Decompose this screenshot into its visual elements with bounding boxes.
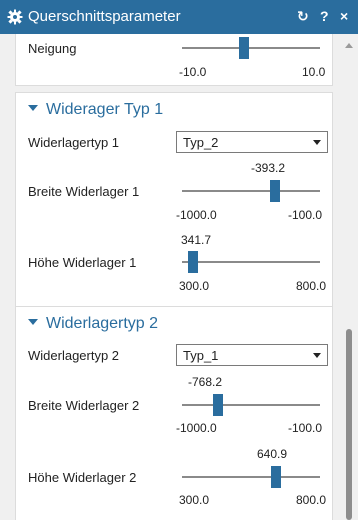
neigung-slider-thumb[interactable] <box>239 37 250 59</box>
hoehe-2-max-label: 800.0 <box>296 493 327 507</box>
hoehe-1-min-label: 300.0 <box>179 279 210 293</box>
hoehe-1-slider-thumb[interactable] <box>188 251 199 273</box>
section-widerlager-1: Widerager Typ 1 Widerlagertyp 1 Typ_2 -3… <box>15 92 333 312</box>
breite-2-value: -768.2 <box>188 375 223 389</box>
collapse-triangle-icon <box>28 318 38 325</box>
breite-1-min-label: -1000.0 <box>176 208 217 222</box>
vertical-scrollbar[interactable] <box>339 34 358 520</box>
breite-1-label: Breite Widerlager 1 <box>28 184 140 199</box>
hoehe-2-value: 640.9 <box>257 447 288 461</box>
panel-title: Querschnittsparameter <box>28 8 181 25</box>
hoehe-1-max-label: 800.0 <box>296 279 327 293</box>
section-2-header[interactable]: Widerlagertyp 2 <box>28 315 158 333</box>
gear-icon <box>7 9 23 25</box>
breite-1-slider-track[interactable] <box>182 190 320 192</box>
section-2-title: Widerlagertyp 2 <box>46 315 159 332</box>
hoehe-2-label: Höhe Widerlager 2 <box>28 470 137 485</box>
neigung-max-label: 10.0 <box>302 65 326 79</box>
refresh-icon[interactable]: ↻ <box>297 8 309 25</box>
help-icon[interactable]: ? <box>320 8 329 24</box>
section-1-header[interactable]: Widerager Typ 1 <box>28 101 163 119</box>
neigung-panel: Neigung -10.0 10.0 <box>15 34 333 86</box>
hoehe-1-label: Höhe Widerlager 1 <box>28 255 137 270</box>
neigung-slider-track[interactable] <box>182 47 320 49</box>
close-icon[interactable]: × <box>340 8 348 24</box>
breite-2-label: Breite Widerlager 2 <box>28 398 140 413</box>
widerlagertyp-1-value: Typ_2 <box>183 135 219 150</box>
widerlagertyp-2-label: Widerlagertyp 2 <box>28 348 120 363</box>
chevron-down-icon <box>313 140 321 145</box>
hoehe-2-slider-thumb[interactable] <box>271 466 282 488</box>
breite-1-value: -393.2 <box>251 161 286 175</box>
scrollbar-thumb[interactable] <box>346 329 352 520</box>
scroll-up-arrow-icon[interactable] <box>345 43 353 48</box>
breite-2-slider-thumb[interactable] <box>212 394 223 416</box>
widerlagertyp-2-select[interactable]: Typ_1 <box>176 344 328 366</box>
breite-2-slider-track[interactable] <box>182 404 320 406</box>
breite-1-max-label: -100.0 <box>288 208 323 222</box>
breite-1-slider-thumb[interactable] <box>270 180 280 202</box>
widerlagertyp-1-select[interactable]: Typ_2 <box>176 131 328 153</box>
breite-2-max-label: -100.0 <box>288 421 323 435</box>
hoehe-1-value: 341.7 <box>181 233 212 247</box>
hoehe-1-slider-track[interactable] <box>182 261 320 263</box>
title-bar: Querschnittsparameter ↻ ? × <box>0 0 358 34</box>
section-widerlager-2: Widerlagertyp 2 Widerlagertyp 2 Typ_1 -7… <box>15 306 333 520</box>
widerlagertyp-1-label: Widerlagertyp 1 <box>28 135 120 150</box>
hoehe-2-min-label: 300.0 <box>179 493 210 507</box>
widerlagertyp-2-value: Typ_1 <box>183 348 219 363</box>
hoehe-2-slider-track[interactable] <box>182 476 320 478</box>
neigung-min-label: -10.0 <box>179 65 207 79</box>
section-1-title: Widerager Typ 1 <box>46 101 164 118</box>
chevron-down-icon <box>313 353 321 358</box>
parameter-scroll-area: Neigung -10.0 10.0 Widerager Typ 1 Wider… <box>0 34 358 520</box>
collapse-triangle-icon <box>28 104 38 111</box>
breite-2-min-label: -1000.0 <box>176 421 217 435</box>
neigung-label: Neigung <box>28 41 77 56</box>
